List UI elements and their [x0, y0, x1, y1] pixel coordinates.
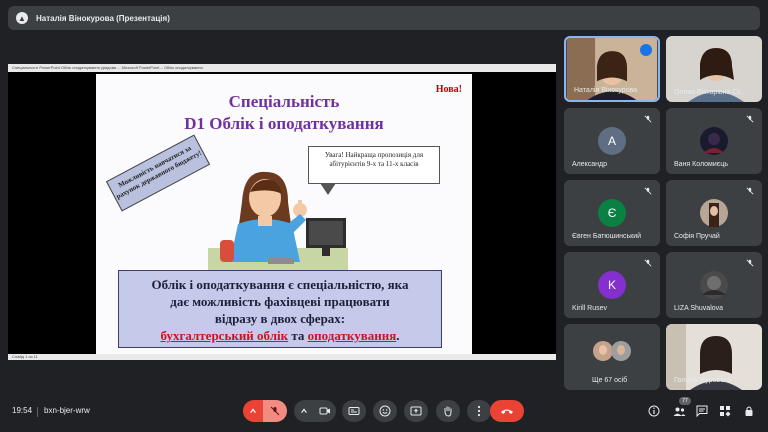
ppt-window-title: Спеціальності PowerPoint Облік оподаткув…	[8, 64, 556, 72]
mic-off-icon	[644, 187, 652, 195]
emoji-icon	[379, 405, 391, 417]
grouped-avatars	[593, 341, 631, 361]
presenter-banner: ▲ Наталія Вінокурова (Презентація)	[8, 6, 760, 30]
activities-button[interactable]	[718, 404, 732, 418]
reactions-button[interactable]	[373, 400, 397, 422]
accountant-illustration	[208, 171, 348, 270]
activities-icon	[720, 406, 731, 417]
slide-body-line: Облік і оподаткування є спеціальністю, я…	[151, 277, 409, 292]
avatar: Є	[598, 199, 626, 227]
slide-highlight-taxation: оподаткування	[307, 328, 397, 344]
participant-name: Ваня Коломиєць	[674, 161, 728, 168]
info-icon	[648, 405, 660, 417]
captions-icon	[348, 407, 360, 415]
camera-icon	[319, 407, 330, 415]
present-button[interactable]	[404, 400, 428, 422]
mic-toggle-button[interactable]	[263, 400, 287, 422]
captions-button[interactable]	[342, 400, 366, 422]
participant-name: LIZA Shuvalova	[674, 305, 724, 312]
shared-screen: Спеціальності PowerPoint Облік оподаткув…	[8, 64, 556, 360]
participant-name: Александр	[572, 161, 608, 168]
participant-name: Софія Пручай	[674, 233, 720, 240]
participant-name: Олена Вікторівна Ск...	[674, 89, 747, 96]
participant-tile[interactable]: K Kirill Rusev	[564, 252, 660, 318]
clock: 19:54	[12, 406, 33, 415]
people-icon	[673, 407, 685, 416]
slide-body-line: дає можливість фахівцеві працювати	[170, 294, 390, 310]
audio-options-button[interactable]	[243, 400, 263, 422]
divider	[37, 407, 38, 417]
meeting-code: bxn-bjer-wrw	[44, 406, 90, 415]
mic-off-icon	[746, 259, 754, 267]
avatar	[700, 271, 728, 299]
participant-name: Kirill Rusev	[572, 305, 608, 312]
ppt-status-bar: Слайд 1 из 11	[8, 354, 556, 360]
present-icon	[410, 406, 422, 416]
slide-body-line: відразу в двох сферах:	[214, 311, 346, 327]
people-button[interactable]	[672, 404, 686, 418]
participant-tile[interactable]: Ваня Коломиєць	[666, 108, 762, 174]
avatar	[700, 199, 728, 227]
end-call-icon	[501, 409, 513, 414]
mic-off-icon	[644, 259, 652, 267]
lock-icon	[745, 406, 753, 416]
chat-icon	[696, 405, 708, 417]
participant-tile[interactable]: Є Євген Батюшинський	[564, 180, 660, 246]
presentation-slide: Нова! Спеціальність D1 Облік і оподаткув…	[96, 74, 472, 354]
participant-tile[interactable]: A Александр	[564, 108, 660, 174]
participant-tile-more[interactable]: Ще 67 осіб	[564, 324, 660, 390]
participant-name: Євген Батюшинський	[572, 233, 642, 240]
slide-body-text: Облік і оподаткування є спеціальністю, я…	[118, 270, 442, 348]
slide-conjunction: та	[288, 328, 308, 344]
slide-period: .	[396, 328, 400, 344]
camera-toggle-button[interactable]	[314, 400, 336, 422]
presenter-banner-title: Наталія Вінокурова (Презентація)	[36, 13, 170, 23]
slide-highlight-accounting: бухгалтерський облік	[160, 328, 289, 344]
more-participants-label: Ще 67 осіб	[592, 377, 628, 384]
chevron-up-icon	[250, 408, 256, 413]
participant-tile[interactable]: Олена Вікторівна Ск...	[666, 36, 762, 102]
host-controls-button[interactable]	[742, 404, 756, 418]
more-options-button[interactable]	[467, 400, 491, 422]
chevron-up-icon	[301, 408, 307, 413]
avatar: A	[598, 127, 626, 155]
mic-off-icon	[746, 115, 754, 123]
video-options-button[interactable]	[294, 400, 314, 422]
raise-hand-icon	[444, 406, 452, 417]
participant-tile[interactable]: LIZA Shuvalova	[666, 252, 762, 318]
slide-budget-badge: Можливість навчатися за рахунок державно…	[105, 134, 211, 212]
chat-button[interactable]	[695, 404, 709, 418]
participant-name: Галина Журавель	[674, 377, 732, 384]
speaking-indicator-icon	[640, 44, 652, 56]
raise-hand-button[interactable]	[436, 400, 460, 422]
presentation-icon: ▲	[16, 12, 28, 24]
participant-tile[interactable]: Галина Журавель	[666, 324, 762, 390]
slide-title: Спеціальність	[228, 92, 340, 111]
participant-tile[interactable]: Софія Пручай	[666, 180, 762, 246]
participant-name: Наталія Вінокурова	[574, 87, 638, 94]
more-icon	[477, 405, 481, 417]
avatar: K	[598, 271, 626, 299]
meeting-info-button[interactable]	[647, 404, 661, 418]
slide-body-line: бухгалтерський облік та оподаткування.	[119, 327, 441, 344]
slide-subtitle: D1 Облік і оподаткування	[184, 114, 384, 133]
avatar	[700, 127, 728, 155]
end-call-button[interactable]	[490, 400, 524, 422]
participant-tile-presenter[interactable]: Наталія Вінокурова	[564, 36, 660, 102]
mic-off-icon	[746, 187, 754, 195]
mic-off-icon	[644, 115, 652, 123]
mic-off-icon	[270, 406, 280, 416]
